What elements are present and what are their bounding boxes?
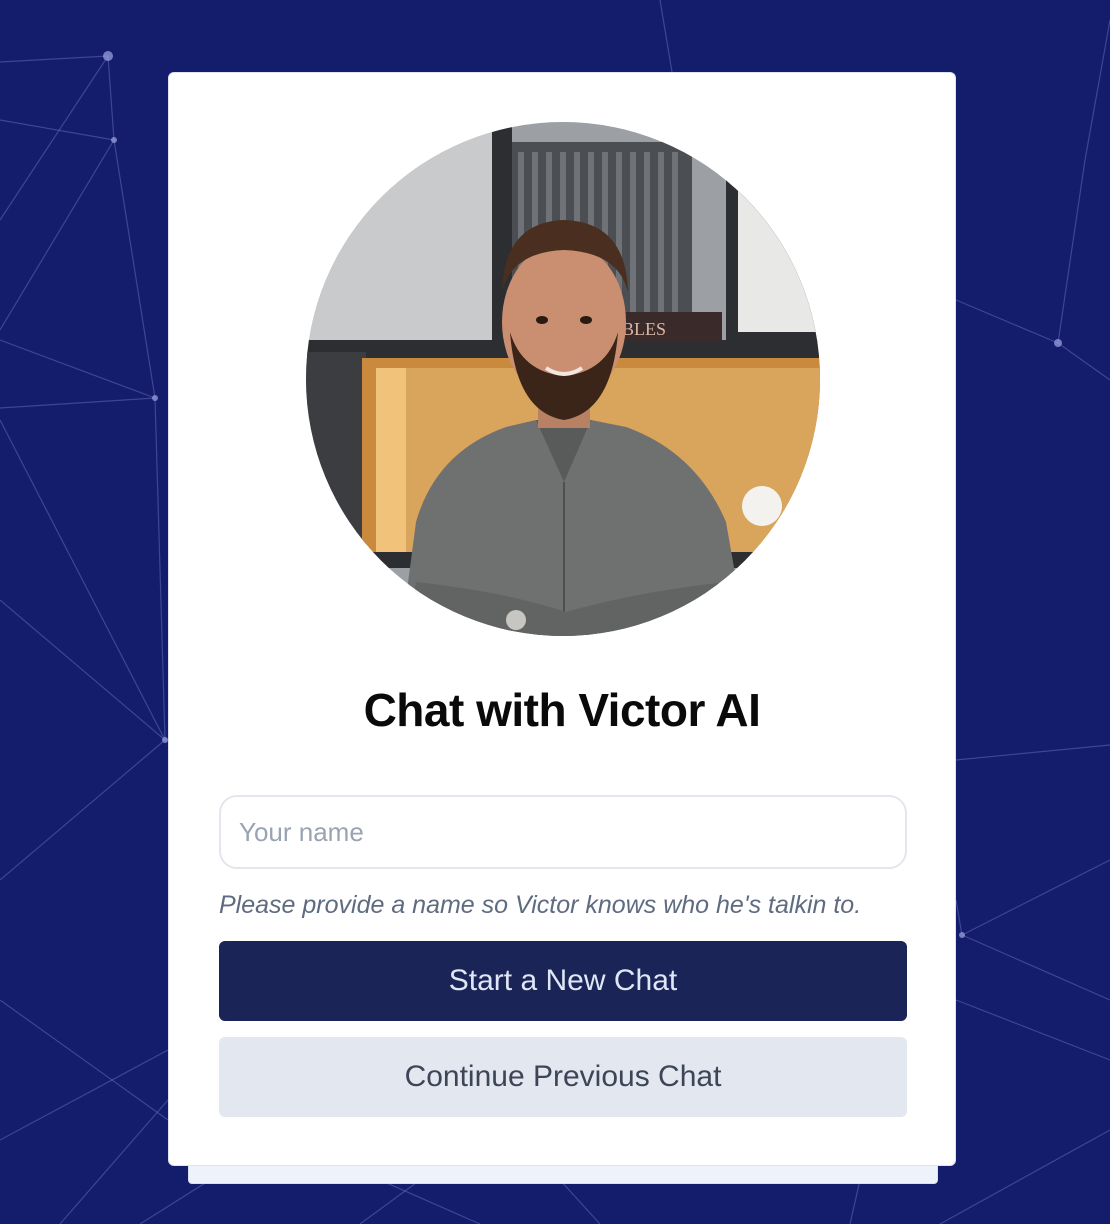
- continue-previous-chat-button[interactable]: Continue Previous Chat: [219, 1037, 907, 1117]
- name-input[interactable]: [219, 795, 907, 869]
- shelf-sign-text: BLES: [622, 319, 666, 339]
- avatar-photo: BLES: [306, 122, 820, 636]
- start-new-chat-button[interactable]: Start a New Chat: [219, 941, 907, 1021]
- login-card: BLES Chat with Victor AI Your name Pleas…: [168, 72, 956, 1166]
- name-hint-text: Please provide a name so Victor knows wh…: [219, 891, 862, 919]
- page-title: Chat with Victor AI: [363, 684, 761, 736]
- avatar: BLES: [306, 122, 820, 636]
